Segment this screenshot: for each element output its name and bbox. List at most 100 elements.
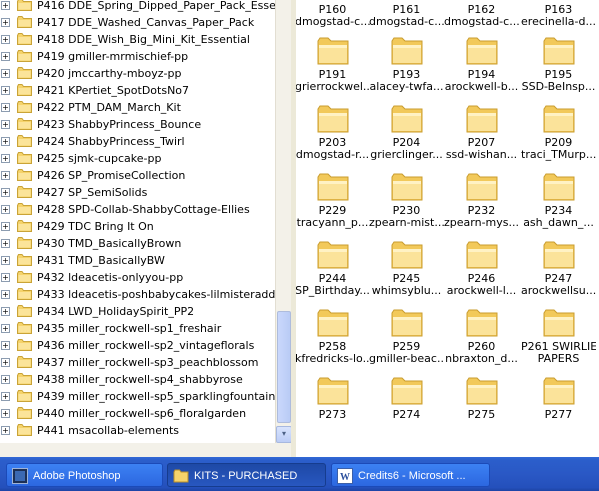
tree-item[interactable]: + P439 miller_rockwell-sp5_sparklingfount… [0,388,275,405]
tree-item[interactable]: + P422 PTM_DAM_March_Kit [0,99,275,116]
folder-item[interactable]: P232 zpearn-mys... [444,173,519,229]
folder-icon [17,152,32,164]
tree-item[interactable]: + P421 KPertiet_SpotDotsNo7 [0,82,275,99]
expand-icon[interactable]: + [1,154,10,163]
folder-item[interactable]: P162 dmogstad-c... [444,0,519,28]
folder-item[interactable]: P234 ash_dawn_... [521,173,596,229]
taskbar-button[interactable]: Adobe Photoshop [6,463,163,487]
expand-icon[interactable]: + [1,375,10,384]
expand-icon[interactable]: + [1,52,10,61]
tree-horizontal-scrollbar[interactable] [0,443,291,457]
folder-item[interactable]: P161 dmogstad-c... [369,0,444,28]
tree-item[interactable]: + P416 DDE_Spring_Dipped_Paper_Pack_Essen… [0,0,291,14]
expand-icon[interactable]: + [1,222,10,231]
folder-item[interactable]: P260 nbraxton_d... [444,309,519,365]
tree-item-label: P419 gmiller-mrmischief-pp [37,50,189,63]
folder-item[interactable]: P193 alacey-twfa... [369,37,444,93]
folder-item[interactable]: P229 tracyann_p... [296,173,370,229]
folder-item[interactable]: P258 kfredricks-lo... [296,309,370,365]
tree-item[interactable]: + P438 miller_rockwell-sp4_shabbyrose [0,371,275,388]
folder-item[interactable]: P203 dmogstad-r... [296,105,370,161]
folder-item[interactable]: P261 SWIRLIE PAPERS [521,309,596,365]
tree-item[interactable]: + P434 LWD_HolidaySpirit_PP2 [0,303,275,320]
tree-item[interactable]: + P430 TMD_BasicallyBrown [0,235,275,252]
expand-icon[interactable]: + [1,307,10,316]
tree-item-label: P416 DDE_Spring_Dipped_Paper_Pack_Essent… [37,0,291,12]
folder-item[interactable]: P209 traci_TMurp... [521,105,596,161]
folder-item[interactable]: P163 erecinella-d... [521,0,596,28]
expand-icon[interactable]: + [1,290,10,299]
tree-item[interactable]: + P427 SP_SemiSolids [0,184,275,201]
tree-item[interactable]: + P418 DDE_Wish_Big_Mini_Kit_Essential [0,31,275,48]
tree-vertical-scrollbar[interactable]: ▾ [275,0,291,443]
tree-item[interactable]: + P435 miller_rockwell-sp1_freshair [0,320,275,337]
taskbar-button[interactable]: W Credits6 - Microsoft ... [331,463,490,487]
tree-scroll-down-button[interactable]: ▾ [276,426,291,443]
expand-icon[interactable]: + [1,69,10,78]
expand-icon[interactable]: + [1,205,10,214]
folder-item[interactable]: P191 grierrockwel... [296,37,370,93]
expand-icon[interactable]: + [1,239,10,248]
folder-name-continued: dmogstad-c... [296,16,370,28]
expand-icon[interactable]: + [1,120,10,129]
tree-item[interactable]: + P428 SPD-Collab-ShabbyCottage-Ellies [0,201,275,218]
folder-icon [521,173,596,201]
expand-icon[interactable]: + [1,137,10,146]
tree-item[interactable]: + P417 DDE_Washed_Canvas_Paper_Pack [0,14,275,31]
folder-item[interactable]: P277 [521,377,596,421]
folder-item[interactable]: P204 grierclinger... [369,105,444,161]
tree-scroll-thumb[interactable] [277,311,291,423]
expand-icon[interactable]: + [1,426,10,435]
folder-icon [444,105,519,133]
folder-name: P229 [318,205,347,217]
tree-item[interactable]: + P420 jmccarthy-mboyz-pp [0,65,275,82]
folder-item[interactable]: P195 SSD-BeInsp... [521,37,596,93]
folder-item[interactable]: P275 [444,377,519,421]
folder-item[interactable]: P259 gmiller-beac... [369,309,444,365]
expand-icon[interactable]: + [1,273,10,282]
tree-item[interactable]: + P419 gmiller-mrmischief-pp [0,48,275,65]
tree-item[interactable]: + P424 ShabbyPrincess_Twirl [0,133,275,150]
folder-item[interactable]: P246 arockwell-l... [444,241,519,297]
expand-icon[interactable]: + [1,409,10,418]
expand-icon[interactable]: + [1,86,10,95]
folder-icon [17,254,32,266]
expand-icon[interactable]: + [1,188,10,197]
tree-item[interactable]: + P429 TDC Bring It On [0,218,275,235]
expand-icon[interactable]: + [1,103,10,112]
expand-icon[interactable]: + [1,35,10,44]
folder-item[interactable]: P207 ssd-wishan... [444,105,519,161]
folder-name: P193 [392,69,421,81]
tree-item[interactable]: + P431 TMD_BasicallyBW [0,252,275,269]
expand-icon[interactable]: + [1,256,10,265]
expand-icon[interactable]: + [1,171,10,180]
folder-item[interactable]: P274 [369,377,444,421]
tree-item[interactable]: + P432 ldeacetis-onlyyou-pp [0,269,275,286]
folder-icon [17,390,32,402]
folder-item[interactable]: P247 arockwellsu... [521,241,596,297]
folder-item[interactable]: P194 arockwell-b... [444,37,519,93]
folder-item[interactable]: P245 whimsyblu... [369,241,444,297]
expand-icon[interactable]: + [1,341,10,350]
expand-icon[interactable]: + [1,392,10,401]
expand-icon[interactable]: + [1,1,10,10]
expand-icon[interactable]: + [1,18,10,27]
folder-item[interactable]: P230 zpearn-mist... [369,173,444,229]
folder-item[interactable]: P244 SP_Birthday... [296,241,370,297]
tree-item[interactable]: + P423 ShabbyPrincess_Bounce [0,116,275,133]
tree-item[interactable]: + P437 miller_rockwell-sp3_peachblossom [0,354,275,371]
tree-item[interactable]: + P441 msacollab-elements [0,422,275,439]
tree-item[interactable]: + P425 sjmk-cupcake-pp [0,150,275,167]
expand-icon[interactable]: + [1,324,10,333]
tree-item[interactable]: + P440 miller_rockwell-sp6_floralgarden [0,405,275,422]
expand-icon[interactable]: + [1,358,10,367]
tree-item[interactable]: + P436 miller_rockwell-sp2_vintageflorals [0,337,275,354]
svg-text:W: W [340,472,350,483]
taskbar-button[interactable]: KITS - PURCHASED [167,463,326,487]
folder-item[interactable]: P160 dmogstad-c... [296,0,370,28]
tree-item-label: P431 TMD_BasicallyBW [37,254,165,267]
folder-name: P258 [318,341,347,353]
folder-item[interactable]: P273 [296,377,370,421]
tree-item[interactable]: + P433 ldeacetis-poshbabycakes-lilmistera… [0,286,291,303]
tree-item[interactable]: + P426 SP_PromiseCollection [0,167,275,184]
